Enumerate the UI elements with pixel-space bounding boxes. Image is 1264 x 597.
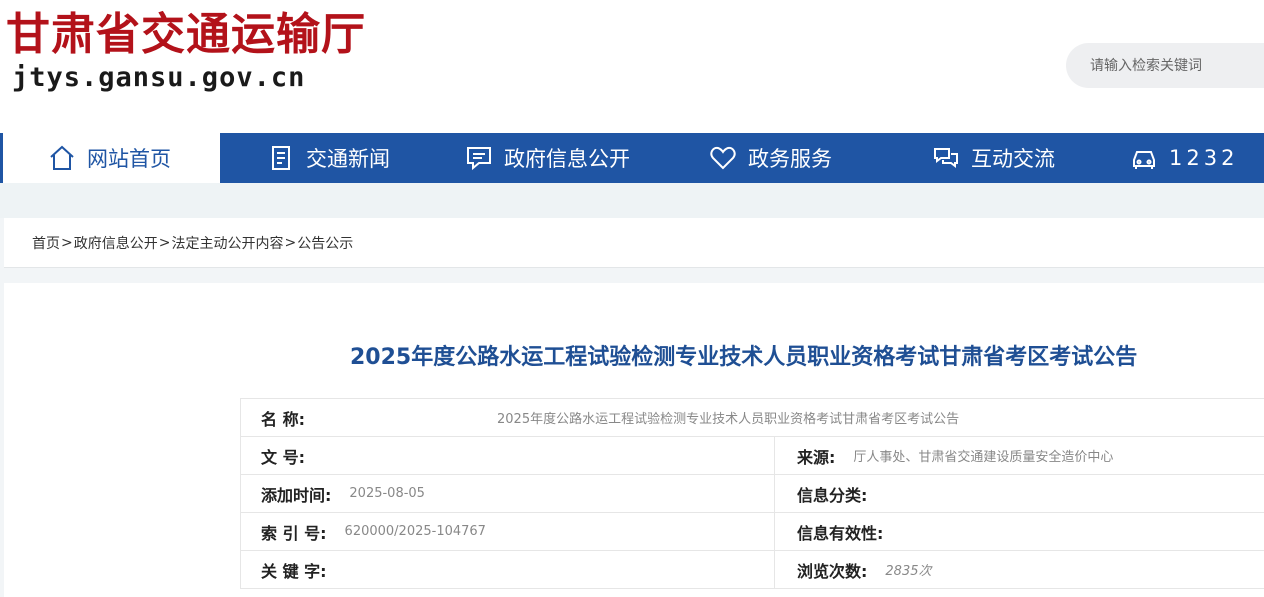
document-icon	[266, 143, 296, 173]
nav-item-label: 交通新闻	[306, 147, 390, 171]
meta-cell-index: 索 引 号: 620000/2025-104767	[241, 513, 774, 550]
breadcrumb-separator: >	[284, 234, 297, 251]
meta-label-validity: 信息有效性:	[797, 523, 884, 543]
meta-cell-validity: 信息有效性:	[774, 513, 1264, 550]
site-header: 甘肃省交通运输厅 jtys.gansu.gov.cn	[0, 0, 1264, 133]
meta-value-source: 厅人事处、甘肃省交通建设质量安全造价中心	[853, 450, 1114, 465]
site-logo-title[interactable]: 甘肃省交通运输厅	[6, 10, 366, 60]
home-icon	[47, 143, 77, 173]
main-nav: 网站首页 交通新闻 政府信息公开 政务服务 互动交流 1232	[0, 133, 1264, 183]
breadcrumb-home[interactable]: 首页	[32, 233, 60, 253]
nav-item-label: 政府信息公开	[504, 147, 630, 171]
nav-item-label: 网站首页	[87, 147, 171, 171]
meta-value-date: 2025-08-05	[349, 486, 425, 501]
meta-row-name: 名 称: 2025年度公路水运工程试验检测专业技术人员职业资格考试甘肃省考区考试…	[240, 399, 1264, 437]
meta-label-name: 名 称:	[261, 409, 305, 429]
nav-item-news[interactable]: 交通新闻	[220, 133, 418, 183]
meta-cell-views: 浏览次数: 2835次	[774, 551, 1264, 588]
meta-label-index: 索 引 号:	[261, 523, 327, 543]
nav-item-gov-info[interactable]: 政府信息公开	[418, 133, 660, 183]
article-content: 2025年度公路水运工程试验检测专业技术人员职业资格考试甘肃省考区考试公告 名 …	[4, 283, 1264, 597]
heart-icon	[708, 143, 738, 173]
breadcrumb-separator: >	[158, 234, 171, 251]
meta-value-index: 620000/2025-104767	[344, 524, 486, 539]
breadcrumb-separator: >	[61, 234, 73, 251]
nav-spacer	[0, 183, 1264, 218]
car-icon	[1129, 143, 1159, 173]
meta-label-views: 浏览次数:	[797, 561, 868, 581]
breadcrumb-announcements[interactable]: 公告公示	[297, 233, 353, 253]
breadcrumb-mandatory-content[interactable]: 法定主动公开内容	[171, 233, 283, 253]
meta-label-date: 添加时间:	[261, 485, 332, 505]
meta-label-keywords: 关 键 字:	[261, 561, 327, 581]
nav-item-home[interactable]: 网站首页	[0, 133, 220, 183]
breadcrumb-gov-info[interactable]: 政府信息公开	[74, 233, 158, 253]
meta-row-date: 添加时间: 2025-08-05 信息分类:	[240, 475, 1264, 513]
article-meta-table: 名 称: 2025年度公路水运工程试验检测专业技术人员职业资格考试甘肃省考区考试…	[240, 398, 1264, 589]
chat-icon	[464, 143, 494, 173]
dialog-icon	[931, 143, 961, 173]
site-logo-url[interactable]: jtys.gansu.gov.cn	[12, 62, 305, 94]
meta-cell-date: 添加时间: 2025-08-05	[241, 475, 774, 512]
nav-item-interaction[interactable]: 互动交流	[881, 133, 1099, 183]
meta-value-name: 2025年度公路水运工程试验检测专业技术人员职业资格考试甘肃省考区考试公告	[497, 412, 960, 427]
meta-label-source: 来源:	[797, 447, 836, 467]
meta-cell-docno: 文 号:	[241, 437, 774, 474]
article-title: 2025年度公路水运工程试验检测专业技术人员职业资格考试甘肃省考区考试公告	[350, 345, 1138, 370]
meta-cell-name: 名 称: 2025年度公路水运工程试验检测专业技术人员职业资格考试甘肃省考区考试…	[241, 399, 1264, 436]
nav-item-label: 政务服务	[748, 147, 832, 171]
breadcrumb: 首页 > 政府信息公开 > 法定主动公开内容 > 公告公示	[4, 218, 1264, 268]
meta-row-docno: 文 号: 来源: 厅人事处、甘肃省交通建设质量安全造价中心	[240, 437, 1264, 475]
search-input[interactable]	[1090, 43, 1264, 88]
meta-row-keywords: 关 键 字: 浏览次数: 2835次	[240, 551, 1264, 589]
nav-item-services[interactable]: 政务服务	[660, 133, 881, 183]
meta-cell-source: 来源: 厅人事处、甘肃省交通建设质量安全造价中心	[774, 437, 1264, 474]
meta-value-views: 2835次	[885, 564, 932, 579]
meta-cell-keywords: 关 键 字:	[241, 551, 774, 588]
search-box	[1066, 43, 1264, 88]
nav-item-label: 1232	[1169, 146, 1239, 170]
nav-item-hotline[interactable]: 1232	[1099, 133, 1264, 183]
nav-item-label: 互动交流	[971, 147, 1055, 171]
meta-cell-category: 信息分类:	[774, 475, 1264, 512]
meta-label-category: 信息分类:	[797, 485, 868, 505]
meta-row-index: 索 引 号: 620000/2025-104767 信息有效性:	[240, 513, 1264, 551]
meta-label-docno: 文 号:	[261, 447, 305, 467]
